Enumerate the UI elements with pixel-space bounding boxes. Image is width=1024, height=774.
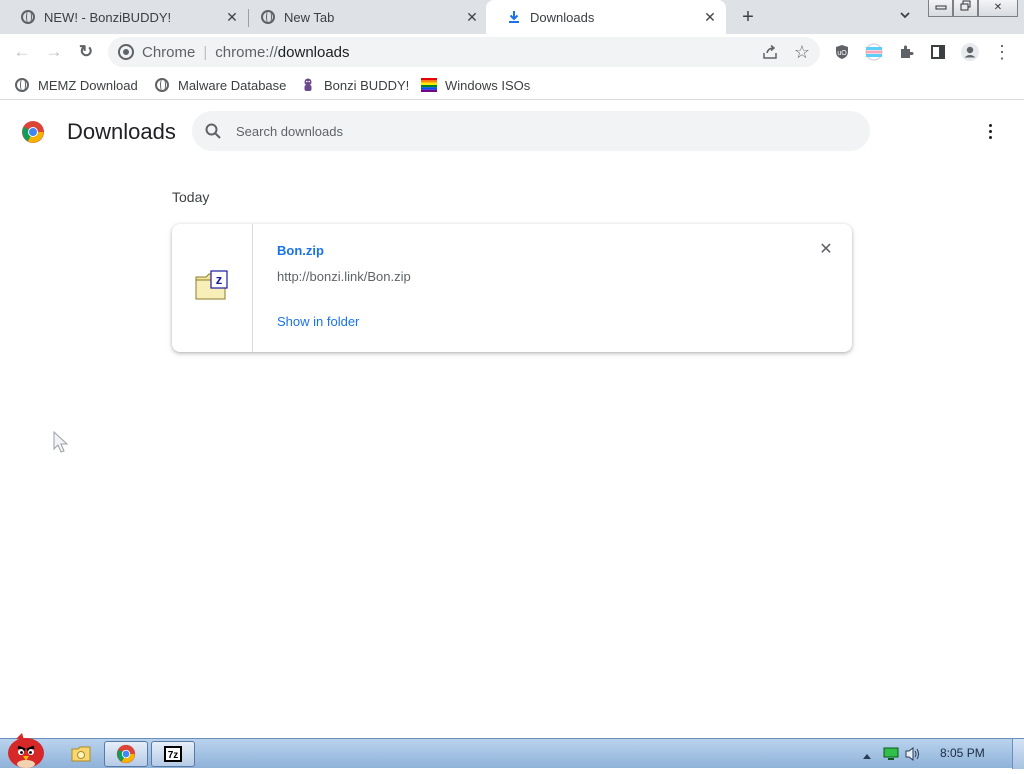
tab-title: New Tab: [284, 9, 335, 25]
more-actions-icon[interactable]: [980, 121, 1000, 141]
download-icon: [506, 9, 522, 25]
chrome-logo-icon: [21, 120, 45, 144]
new-tab-button[interactable]: +: [738, 7, 758, 27]
rainbow-flag-icon: [421, 77, 437, 93]
explorer-folder-icon[interactable]: [70, 741, 92, 767]
bookmark-windows-isos[interactable]: Windows ISOs: [421, 76, 530, 94]
file-name-link[interactable]: Bon.zip: [277, 243, 324, 258]
bookmark-bonzi-buddy[interactable]: Bonzi BUDDY!: [300, 76, 409, 94]
tab-downloads[interactable]: Downloads ✕: [486, 0, 726, 34]
restore-button[interactable]: [953, 0, 978, 17]
bookmark-label: MEMZ Download: [38, 77, 138, 93]
tab-strip: NEW! - BonziBUDDY! ✕ New Tab ✕ Downloads…: [0, 0, 1024, 34]
download-item: z Bon.zip http://bonzi.link/Bon.zip Show…: [172, 224, 852, 352]
globe-icon: [14, 77, 30, 93]
svg-text:z: z: [216, 272, 223, 287]
bookmark-malware-database[interactable]: Malware Database: [154, 76, 286, 94]
volume-icon[interactable]: [904, 746, 922, 767]
extension-flag-icon[interactable]: [864, 42, 884, 62]
share-icon[interactable]: [760, 42, 780, 62]
back-button[interactable]: ←: [11, 41, 33, 63]
taskbar: 7z 8:05 PM: [0, 733, 1024, 769]
globe-icon: [260, 9, 276, 25]
bonzi-icon: [300, 77, 316, 93]
show-hidden-icons-arrow[interactable]: [862, 748, 872, 766]
ublock-extension-icon[interactable]: uO: [832, 42, 852, 62]
bookmark-star-icon[interactable]: ☆: [792, 42, 812, 62]
side-panel-icon[interactable]: [928, 42, 948, 62]
scheme-label: Chrome: [142, 43, 196, 61]
file-source-url: http://bonzi.link/Bon.zip: [277, 269, 411, 284]
address-divider: |: [203, 43, 208, 61]
bookmarks-bar: MEMZ Download Malware Database Bonzi BUD…: [0, 70, 1024, 100]
bookmark-memz-download[interactable]: MEMZ Download: [14, 76, 138, 94]
tab-title: NEW! - BonziBUDDY!: [44, 9, 172, 25]
svg-text:7z: 7z: [168, 750, 179, 761]
reload-button[interactable]: ↻: [75, 41, 97, 63]
tab-close-icon[interactable]: ✕: [702, 9, 718, 25]
show-in-folder-link[interactable]: Show in folder: [277, 314, 359, 329]
bookmark-label: Windows ISOs: [445, 77, 531, 93]
remove-download-button[interactable]: ✕: [816, 240, 836, 260]
bookmark-label: Malware Database: [178, 77, 287, 93]
tab-close-icon[interactable]: ✕: [224, 9, 240, 25]
taskbar-clock[interactable]: 8:05 PM: [940, 746, 985, 760]
date-header: Today: [172, 189, 210, 205]
globe-icon: [154, 77, 170, 93]
search-box[interactable]: [192, 111, 870, 151]
close-window-button[interactable]: ✕: [978, 0, 1018, 17]
globe-icon: [20, 9, 36, 25]
tab-new-tab[interactable]: New Tab ✕: [240, 0, 488, 34]
bookmark-label: Bonzi BUDDY!: [324, 77, 410, 93]
tab-search-button[interactable]: [896, 8, 914, 26]
url-text[interactable]: chrome://downloads: [215, 44, 349, 61]
toolbar: ← → ↻ Chrome | chrome://downloads ☆ uO ⋮: [0, 34, 1024, 70]
tab-close-icon[interactable]: ✕: [464, 9, 480, 25]
search-icon: [205, 123, 221, 144]
network-icon[interactable]: [883, 747, 899, 766]
extensions-puzzle-icon[interactable]: [896, 42, 916, 62]
svg-text:uO: uO: [837, 50, 847, 57]
search-input[interactable]: [236, 111, 856, 151]
browser-menu-icon[interactable]: ⋮: [992, 42, 1012, 62]
zip-file-icon: z: [194, 269, 230, 308]
taskbar-7zip-button[interactable]: 7z: [151, 741, 195, 767]
page-title: Downloads: [67, 119, 176, 144]
chrome-logo-icon: [118, 44, 134, 60]
minimize-button[interactable]: [928, 0, 953, 17]
downloads-header: Downloads: [0, 101, 1024, 161]
mouse-cursor-icon: [53, 430, 69, 460]
forward-button[interactable]: →: [43, 41, 65, 63]
profile-avatar-icon[interactable]: [960, 42, 980, 62]
file-icon-column: z: [172, 224, 253, 352]
address-bar[interactable]: Chrome | chrome://downloads: [108, 37, 820, 67]
tab-bonzibuddy[interactable]: NEW! - BonziBUDDY! ✕: [0, 0, 248, 34]
show-desktop-button[interactable]: [1012, 739, 1024, 769]
taskbar-chrome-button[interactable]: [104, 741, 148, 767]
tab-title: Downloads: [530, 9, 595, 25]
